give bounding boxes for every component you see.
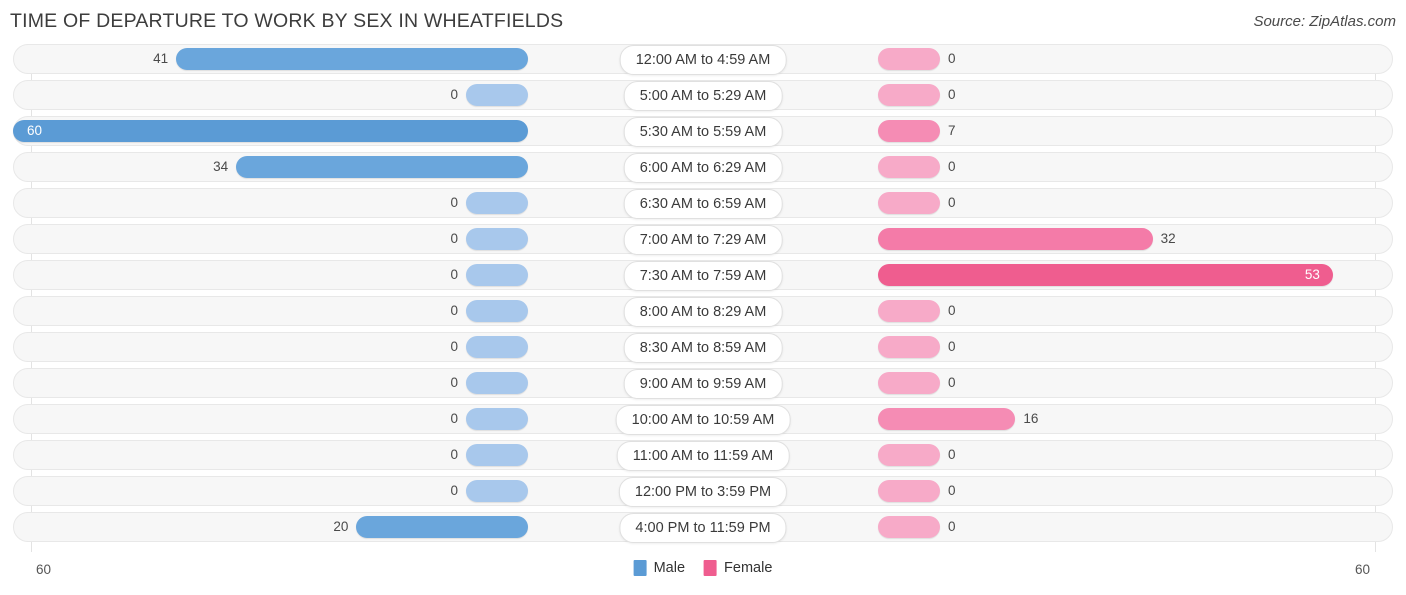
legend-item-female[interactable]: Female (704, 560, 772, 576)
legend-swatch-female-icon (704, 560, 718, 576)
chart-row: 0 0 12:00 PM to 3:59 PM (0, 476, 1406, 507)
chart-row: 0 0 6:30 AM to 6:59 AM (0, 188, 1406, 219)
category-label: 6:30 AM to 6:59 AM (623, 189, 783, 219)
bar-male[interactable] (236, 156, 528, 178)
value-label-female: 53 (1304, 267, 1320, 282)
value-label-female: 32 (1160, 231, 1176, 246)
legend-swatch-male-icon (633, 560, 647, 576)
chart-footer: 60 60 Male Female (0, 552, 1406, 595)
chart-row: 60 7 5:30 AM to 5:59 AM (0, 116, 1406, 147)
bar-male[interactable] (466, 192, 528, 214)
bar-male[interactable] (466, 480, 528, 502)
value-label-female: 0 (948, 195, 956, 210)
value-label-female: 0 (948, 51, 956, 66)
value-label-female: 0 (948, 447, 956, 462)
value-label-female: 0 (948, 483, 956, 498)
bar-female[interactable] (878, 372, 940, 394)
value-label-male: 0 (450, 447, 458, 462)
bar-female[interactable] (878, 480, 940, 502)
chart-row: 0 16 10:00 AM to 10:59 AM (0, 404, 1406, 435)
value-label-female: 0 (948, 159, 956, 174)
chart-header: TIME OF DEPARTURE TO WORK BY SEX IN WHEA… (0, 0, 1406, 44)
value-label-male: 0 (450, 303, 458, 318)
category-label: 4:00 PM to 11:59 PM (619, 513, 787, 543)
value-label-male: 0 (450, 483, 458, 498)
bar-female[interactable] (878, 48, 940, 70)
category-label: 8:30 AM to 8:59 AM (623, 333, 783, 363)
value-label-female: 0 (948, 87, 956, 102)
bar-male[interactable] (466, 336, 528, 358)
bar-female[interactable] (878, 264, 1333, 286)
chart-row: 0 32 7:00 AM to 7:29 AM (0, 224, 1406, 255)
legend-item-male[interactable]: Male (633, 560, 686, 576)
category-label: 5:00 AM to 5:29 AM (623, 81, 783, 111)
value-label-male: 20 (333, 519, 349, 534)
chart-plot-area: 41 0 12:00 AM to 4:59 AM 0 0 5:00 AM to 5:29 … (0, 44, 1406, 552)
category-label: 12:00 PM to 3:59 PM (618, 477, 788, 507)
value-label-male: 0 (450, 375, 458, 390)
value-label-male: 34 (213, 159, 229, 174)
source-attribution: Source: ZipAtlas.com (1253, 13, 1396, 30)
chart-rows: 41 0 12:00 AM to 4:59 AM 0 0 5:00 AM to 5:29 … (0, 44, 1406, 548)
category-label: 6:00 AM to 6:29 AM (623, 153, 783, 183)
category-label: 7:00 AM to 7:29 AM (623, 225, 783, 255)
bar-female[interactable] (878, 300, 940, 322)
category-label: 12:00 AM to 4:59 AM (619, 45, 787, 75)
chart-legend: Male Female (633, 560, 772, 576)
page-title: TIME OF DEPARTURE TO WORK BY SEX IN WHEA… (10, 10, 564, 32)
category-label: 10:00 AM to 10:59 AM (615, 405, 791, 435)
chart-row: 20 0 4:00 PM to 11:59 PM (0, 512, 1406, 543)
bar-female[interactable] (878, 156, 940, 178)
bar-male[interactable] (466, 372, 528, 394)
category-label: 5:30 AM to 5:59 AM (623, 117, 783, 147)
chart-row: 0 0 8:30 AM to 8:59 AM (0, 332, 1406, 363)
value-label-male: 0 (450, 231, 458, 246)
bar-female[interactable] (878, 444, 940, 466)
value-label-female: 7 (948, 123, 956, 138)
value-label-female: 0 (948, 519, 956, 534)
chart-row: 34 0 6:00 AM to 6:29 AM (0, 152, 1406, 183)
value-label-male: 0 (450, 195, 458, 210)
value-label-male: 0 (450, 411, 458, 426)
bar-male[interactable] (466, 444, 528, 466)
chart-row: 41 0 12:00 AM to 4:59 AM (0, 44, 1406, 75)
value-label-male: 41 (153, 51, 169, 66)
bar-female[interactable] (878, 408, 1016, 430)
value-label-female: 0 (948, 339, 956, 354)
legend-label-female: Female (724, 560, 773, 576)
bar-female[interactable] (878, 336, 940, 358)
bar-female[interactable] (878, 192, 940, 214)
value-label-male: 60 (27, 123, 43, 138)
legend-label-male: Male (653, 560, 686, 576)
value-label-male: 0 (450, 339, 458, 354)
value-label-female: 16 (1023, 411, 1039, 426)
category-label: 11:00 AM to 11:59 AM (616, 441, 790, 471)
value-label-female: 0 (948, 375, 956, 390)
bar-male[interactable] (466, 408, 528, 430)
chart-row: 0 53 7:30 AM to 7:59 AM (0, 260, 1406, 291)
category-label: 8:00 AM to 8:29 AM (623, 297, 783, 327)
bar-male[interactable] (13, 120, 528, 142)
value-label-male: 0 (450, 267, 458, 282)
chart-row: 0 0 5:00 AM to 5:29 AM (0, 80, 1406, 111)
bar-male[interactable] (176, 48, 528, 70)
bar-female[interactable] (878, 84, 940, 106)
value-label-female: 0 (948, 303, 956, 318)
bar-male[interactable] (466, 228, 528, 250)
chart-row: 0 0 9:00 AM to 9:59 AM (0, 368, 1406, 399)
category-label: 7:30 AM to 7:59 AM (623, 261, 783, 291)
bar-female[interactable] (878, 120, 940, 142)
chart-row: 0 0 11:00 AM to 11:59 AM (0, 440, 1406, 471)
chart-row: 0 0 8:00 AM to 8:29 AM (0, 296, 1406, 327)
category-label: 9:00 AM to 9:59 AM (623, 369, 783, 399)
value-label-male: 0 (450, 87, 458, 102)
bar-male[interactable] (466, 300, 528, 322)
bar-female[interactable] (878, 516, 940, 538)
axis-max-right: 60 (1354, 562, 1370, 577)
bar-male[interactable] (466, 84, 528, 106)
axis-max-left: 60 (36, 562, 52, 577)
bar-male[interactable] (356, 516, 528, 538)
bar-female[interactable] (878, 228, 1153, 250)
bar-male[interactable] (466, 264, 528, 286)
